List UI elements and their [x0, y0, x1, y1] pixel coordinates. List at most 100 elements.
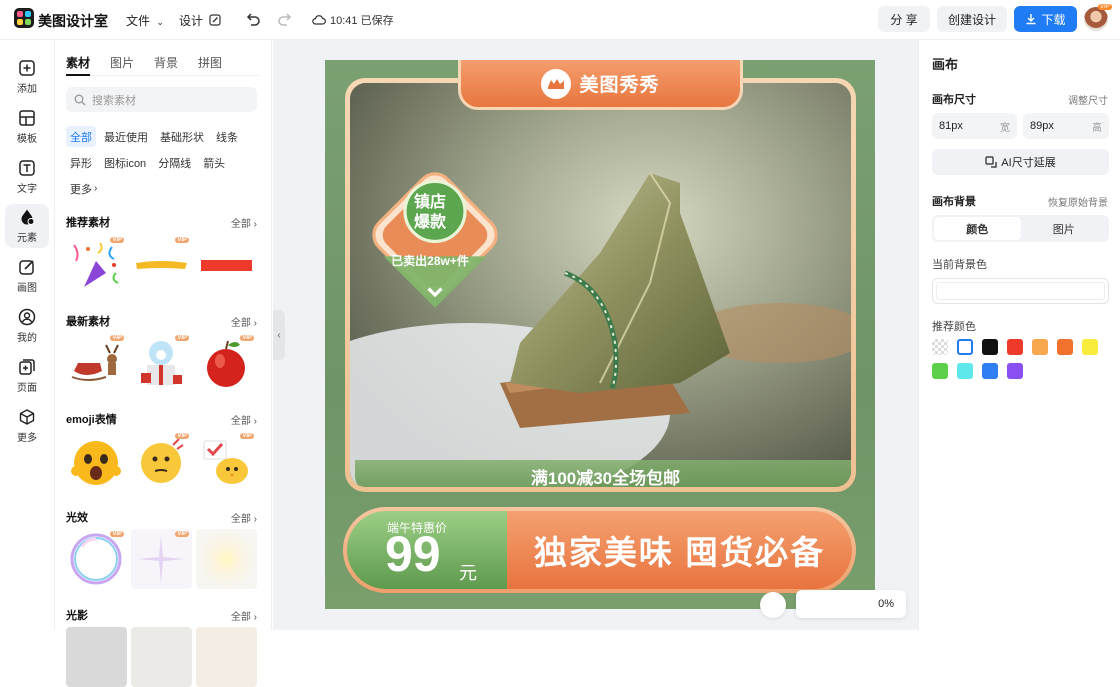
thinking-face-icon	[141, 438, 184, 483]
ai-resize-button[interactable]: AI尺寸延展	[932, 149, 1109, 175]
see-all-light-shadow[interactable]: 全部 ›	[231, 608, 257, 623]
material-thumb-shadow-3[interactable]	[196, 627, 257, 687]
brand-logo-icon	[541, 68, 572, 99]
price-value: 99	[385, 526, 441, 582]
avatar[interactable]	[1084, 7, 1108, 31]
material-thumb-gift-snowglobe[interactable]: VIP	[131, 333, 192, 393]
share-button[interactable]: 分 享	[878, 6, 930, 32]
chip-recent[interactable]: 最近使用	[100, 126, 152, 147]
download-button[interactable]: 下载	[1014, 6, 1077, 32]
material-thumb-scared-emoji[interactable]	[66, 431, 127, 491]
tab-image[interactable]: 图片	[110, 54, 134, 76]
rail-label: 我的	[17, 333, 37, 344]
ai-resize-icon	[985, 156, 997, 168]
swatch-transparent[interactable]	[932, 339, 948, 355]
inspector-panel: 画布 画布尺寸 调整尺寸 81px 宽 89px 高 AI尺寸延展 画布背景 恢…	[918, 40, 1120, 630]
vip-tag: VIP	[175, 433, 189, 439]
see-all-recommended[interactable]: 全部 ›	[231, 215, 257, 230]
material-thumb-sparkle[interactable]: VIP	[131, 529, 192, 589]
see-all-label: 全部	[230, 318, 251, 329]
app-title: 美图设计室	[38, 13, 108, 29]
collapse-panel-button[interactable]: ‹	[273, 310, 285, 360]
chip-more[interactable]: 更多 ›	[66, 178, 102, 199]
swatch-white[interactable]	[957, 339, 973, 355]
create-design-button[interactable]: 创建设计	[937, 6, 1007, 32]
see-all-latest[interactable]: 全部 ›	[231, 314, 257, 329]
rail-item-add[interactable]: 添加	[5, 55, 49, 99]
adjust-size-link[interactable]: 调整尺寸	[1068, 92, 1108, 107]
material-thumb-bubble[interactable]: VIP	[66, 529, 127, 589]
swatch-orange[interactable]	[1057, 339, 1073, 355]
swatch-cyan[interactable]	[957, 363, 973, 379]
chip-arrows[interactable]: 箭头	[199, 152, 230, 173]
material-thumb-red-bar[interactable]	[196, 235, 257, 295]
meitu-logo-icon	[548, 78, 565, 89]
material-thumb-shadow-2[interactable]	[131, 627, 192, 687]
edit-icon	[209, 14, 221, 26]
section-title-light-shadow: 光影	[66, 610, 88, 622]
width-value: 81px	[939, 120, 963, 132]
swatch-yellow[interactable]	[1082, 339, 1098, 355]
see-all-emoji[interactable]: 全部 ›	[231, 412, 257, 427]
scared-face-icon	[71, 441, 121, 485]
chip-basic-shapes[interactable]: 基础形状	[156, 126, 208, 147]
swatch-blue[interactable]	[982, 363, 998, 379]
ai-resize-label: AI尺寸延展	[1001, 157, 1056, 169]
bubble-icon	[70, 533, 122, 585]
restore-bg-link[interactable]: 恢复原始背景	[1048, 194, 1108, 209]
see-all-label: 全部	[230, 612, 251, 623]
rail-item-page[interactable]: 页面	[5, 354, 49, 398]
rail-item-elements[interactable]: 元素	[5, 204, 49, 248]
material-thumb-apple[interactable]: VIP	[196, 333, 257, 393]
material-thumb-party-popper[interactable]: VIP	[66, 235, 127, 295]
undo-icon[interactable]	[244, 10, 262, 28]
height-field[interactable]: 89px 高	[1023, 113, 1109, 139]
vip-tag: VIP	[110, 335, 124, 341]
width-field[interactable]: 81px 宽	[932, 113, 1017, 139]
tab-background[interactable]: 背景	[154, 54, 178, 76]
design-menu[interactable]: 设计	[179, 12, 221, 29]
see-all-label: 全部	[230, 416, 251, 427]
chip-icons[interactable]: 图标icon	[100, 152, 151, 173]
material-thumb-yellow-stroke[interactable]: VIP	[131, 235, 192, 295]
swatch-green[interactable]	[932, 363, 948, 379]
rail-label: 页面	[17, 383, 37, 394]
material-thumb-chick-emoji[interactable]: VIP	[196, 431, 257, 491]
rail-item-mine[interactable]: 我的	[5, 304, 49, 348]
material-thumb-thinking-emoji[interactable]: VIP	[131, 431, 192, 491]
rail-item-more[interactable]: 更多	[5, 404, 49, 448]
section-title-emoji: emoji表情	[66, 414, 117, 426]
zoom-level[interactable]: 0%	[796, 590, 906, 618]
chip-dividers[interactable]: 分隔线	[154, 152, 196, 173]
see-all-light-effect[interactable]: 全部 ›	[231, 510, 257, 525]
swatch-red[interactable]	[1007, 339, 1023, 355]
swatch-black[interactable]	[982, 339, 998, 355]
current-bg-color[interactable]	[932, 278, 1109, 304]
see-all-label: 全部	[230, 219, 251, 230]
share-label: 分 享	[890, 12, 918, 27]
save-status: 10:41 已保存	[312, 12, 394, 28]
redo-icon[interactable]	[276, 10, 294, 28]
material-thumb-sleigh[interactable]: VIP	[66, 333, 127, 393]
chip-irregular[interactable]: 异形	[66, 152, 96, 173]
bg-type-image[interactable]: 图片	[1021, 217, 1108, 240]
material-thumb-glow[interactable]	[196, 529, 257, 589]
rail-item-template[interactable]: 模板	[5, 105, 49, 149]
search-input[interactable]: 搜索素材	[66, 87, 257, 112]
light-effect-row: VIP VIP	[66, 529, 257, 589]
rail-item-draw[interactable]: 画图	[5, 254, 49, 298]
file-menu[interactable]: 文件 ⌄	[126, 12, 164, 29]
chip-all[interactable]: 全部	[66, 126, 96, 147]
zoom-out-button[interactable]	[760, 592, 786, 618]
chip-lines[interactable]: 线条	[212, 126, 242, 147]
tab-collage[interactable]: 拼图	[198, 54, 222, 76]
swatch-light-orange[interactable]	[1032, 339, 1048, 355]
section-title-recommended: 推荐素材	[66, 217, 110, 229]
bg-type-color[interactable]: 颜色	[934, 217, 1021, 240]
tab-material[interactable]: 素材	[66, 54, 91, 76]
rail-item-text[interactable]: 文字	[5, 155, 49, 199]
design-canvas[interactable]: 满100减30全场包邮 美图秀秀 镇店 爆款 已卖出28w+件 端午特惠价 99…	[325, 60, 875, 609]
material-thumb-shadow-1[interactable]	[66, 627, 127, 687]
swatch-purple[interactable]	[1007, 363, 1023, 379]
rail-label: 文字	[17, 184, 37, 195]
